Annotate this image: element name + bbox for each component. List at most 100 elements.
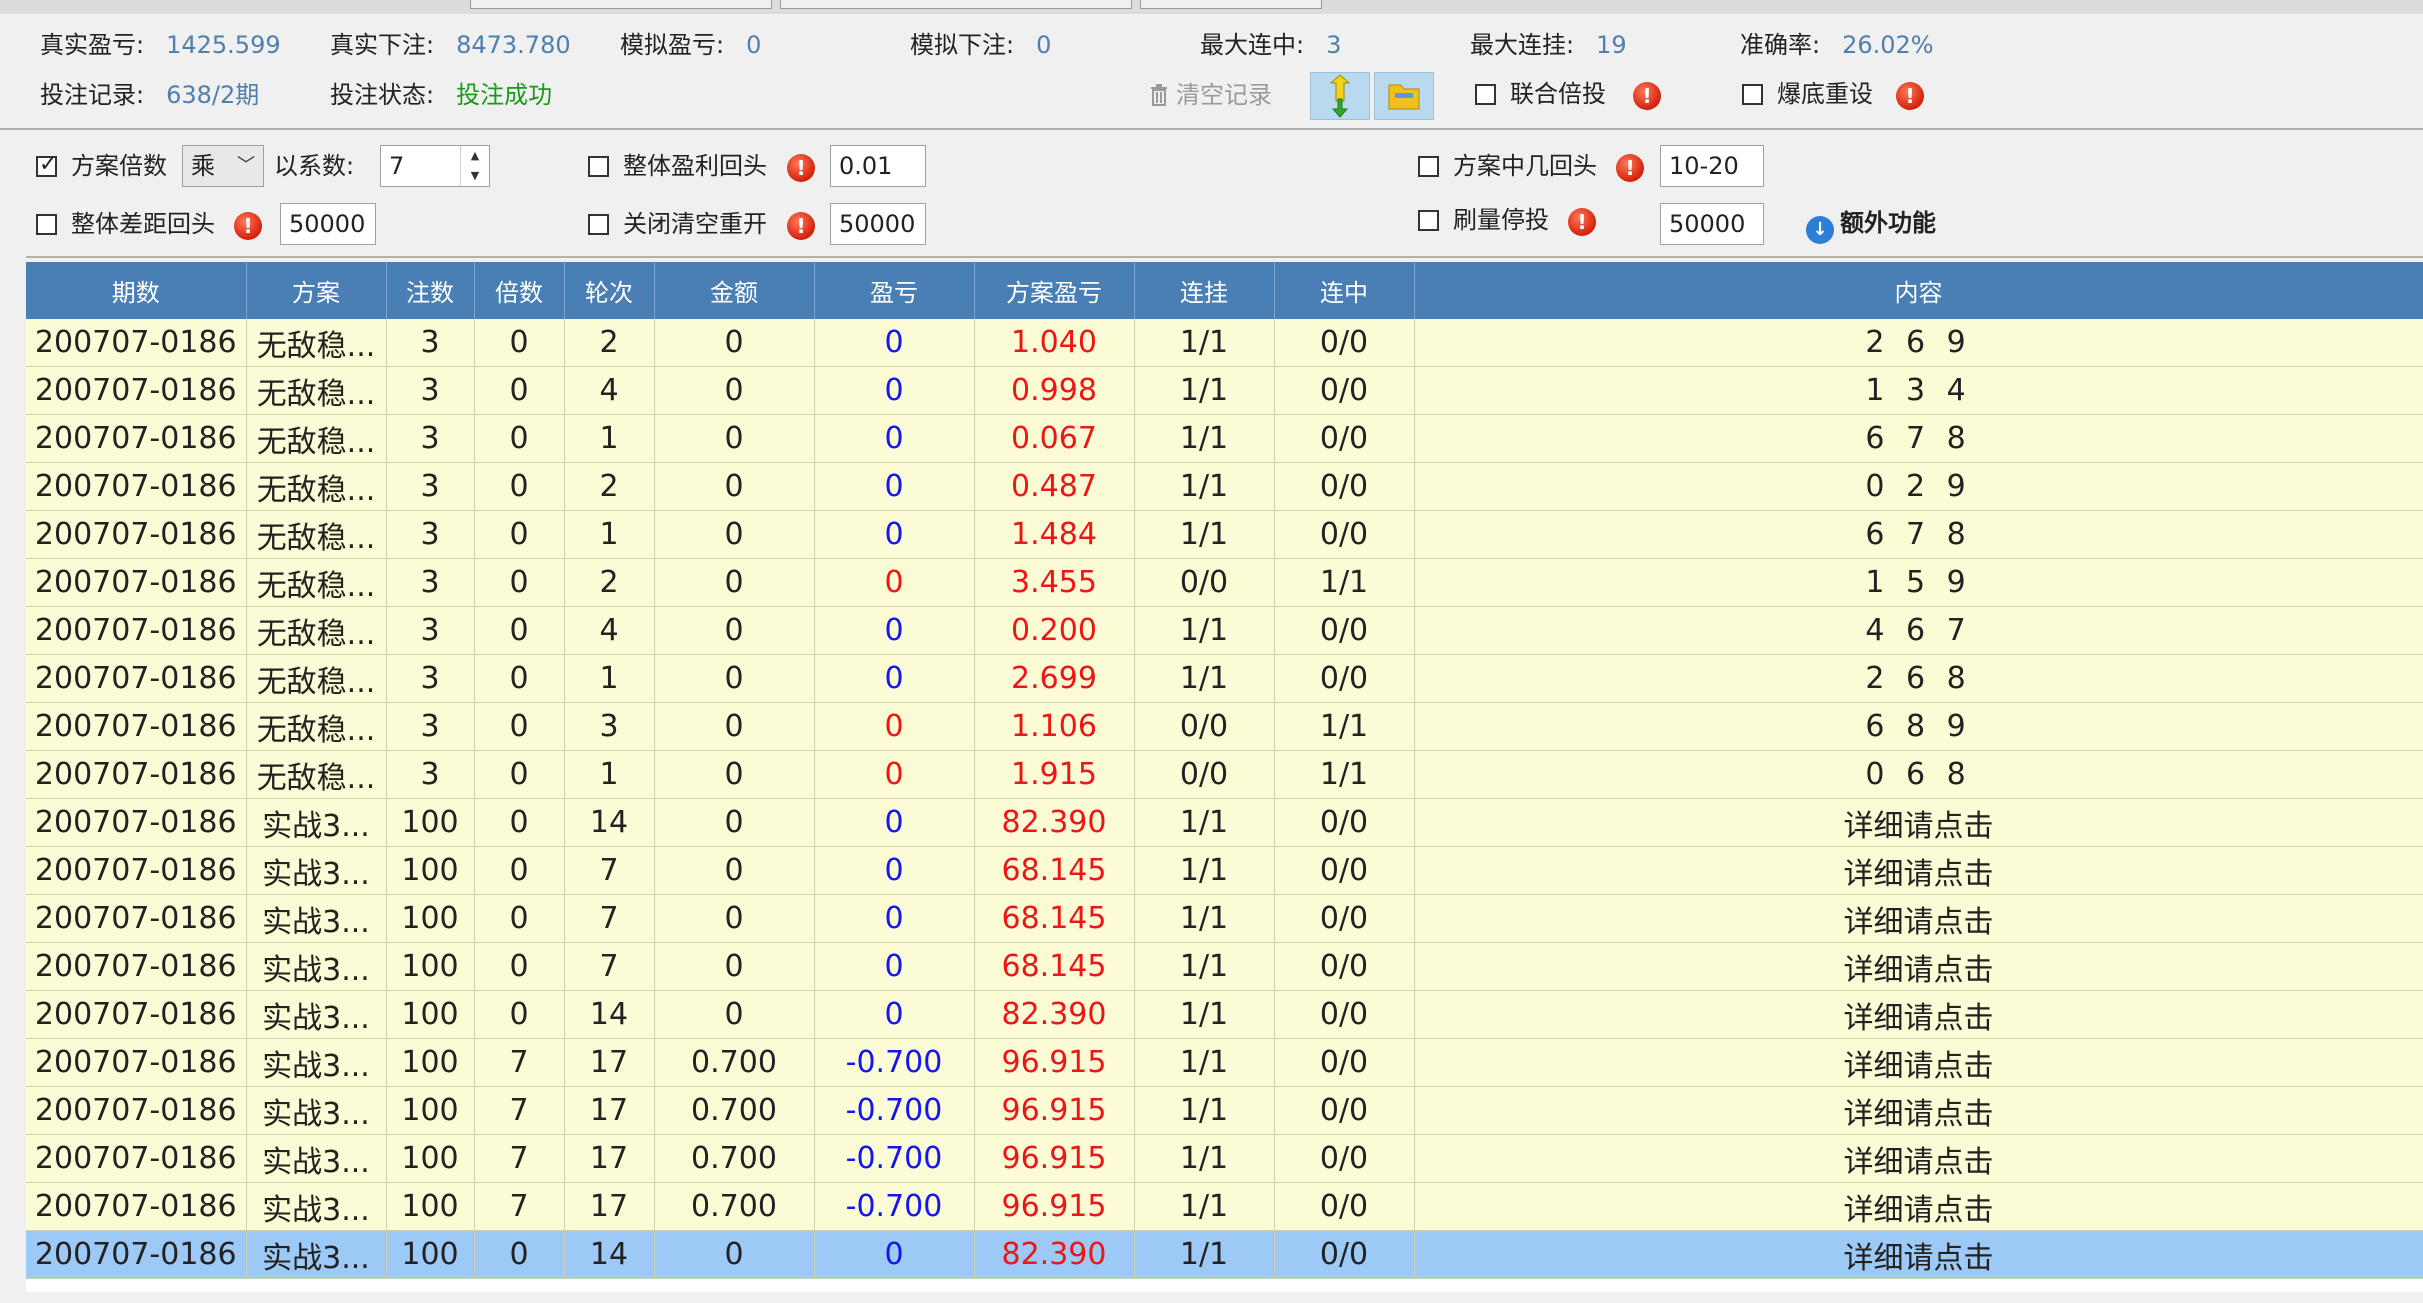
- overall-profit-return-input[interactable]: 0.01: [830, 145, 926, 187]
- header-col-multiple[interactable]: 倍数: [474, 262, 565, 319]
- table-row[interactable]: 200707-0186 实战3... 100 7 17 0.700 -0.700 96.915…: [26, 1134, 2423, 1183]
- cell-col-content[interactable]: 详细请点击: [1414, 1230, 2423, 1279]
- cell-col-pnl: 0: [814, 942, 975, 991]
- cell-col-content[interactable]: 详细请点击: [1414, 942, 2423, 991]
- table-row[interactable]: 200707-0186 无敌稳... 3 0 1 0 0 1.484 1/1 0/0 6 7 8: [26, 510, 2423, 559]
- cell-col-content[interactable]: 详细请点击: [1414, 894, 2423, 943]
- table-row[interactable]: 200707-0186 实战3... 100 0 7 0 0 68.145 1/1 0/0 详细请点…: [26, 894, 2423, 943]
- table-row[interactable]: 200707-0186 无敌稳... 3 0 1 0 0 1.915 0/0 1/1 0 6 8: [26, 750, 2423, 799]
- table-row[interactable]: 200707-0186 无敌稳... 3 0 1 0 0 2.699 1/1 0/0 2 6 8: [26, 654, 2423, 703]
- cell-col-plan: 实战3...: [246, 942, 387, 991]
- header-col-period[interactable]: 期数: [26, 262, 247, 319]
- warning-icon[interactable]: !: [787, 154, 815, 182]
- stat-value: 0: [1036, 31, 1052, 59]
- header-col-win-streak[interactable]: 连中: [1274, 262, 1415, 319]
- warning-icon[interactable]: !: [1568, 208, 1596, 236]
- header-col-plan[interactable]: 方案: [246, 262, 387, 319]
- table-row[interactable]: 200707-0186 无敌稳... 3 0 1 0 0 0.067 1/1 0/0 6 7 8: [26, 414, 2423, 463]
- cell-col-content[interactable]: 详细请点击: [1414, 990, 2423, 1039]
- cell-col-content[interactable]: 0 2 9: [1414, 462, 2423, 511]
- cell-col-content[interactable]: 详细请点击: [1414, 846, 2423, 895]
- cell-col-content[interactable]: 详细请点击: [1414, 1086, 2423, 1135]
- table-row[interactable]: 200707-0186 实战3... 100 0 14 0 0 82.390 1/1 0/0 详细请…: [26, 798, 2423, 847]
- clear-records-button[interactable]: 清空记录: [1150, 80, 1272, 110]
- warning-icon[interactable]: !: [787, 212, 815, 240]
- operator-select[interactable]: 乘 ﹀: [182, 145, 264, 187]
- table-row[interactable]: 200707-0186 实战3... 100 0 14 0 0 82.390 1/1 0/0 详细请…: [26, 1230, 2423, 1279]
- tab-2[interactable]: [780, 0, 1132, 9]
- cell-col-content[interactable]: 6 8 9: [1414, 702, 2423, 751]
- joint-multiply-checkbox[interactable]: [1475, 84, 1496, 105]
- tab-1[interactable]: [470, 0, 772, 9]
- cell-col-content[interactable]: 1 5 9: [1414, 558, 2423, 607]
- overall-gap-return-input[interactable]: 50000: [280, 203, 376, 245]
- cell-col-content[interactable]: 6 7 8: [1414, 414, 2423, 463]
- header-col-content[interactable]: 内容: [1414, 262, 2423, 319]
- cell-col-bets: 3: [386, 366, 475, 415]
- cell-col-period: 200707-0186: [26, 942, 247, 991]
- plan-hit-return-input[interactable]: 10-20: [1660, 145, 1764, 187]
- cell-col-content[interactable]: 6 7 8: [1414, 510, 2423, 559]
- warning-icon[interactable]: !: [1896, 82, 1924, 110]
- overall-profit-return-checkbox[interactable]: [588, 156, 609, 177]
- plan-multiple-checkbox[interactable]: [36, 152, 57, 177]
- cell-col-multiple: 0: [474, 798, 565, 847]
- cell-col-content[interactable]: 详细请点击: [1414, 1182, 2423, 1231]
- cell-col-plan: 无敌稳...: [246, 702, 387, 751]
- cell-col-content[interactable]: 详细请点击: [1414, 1134, 2423, 1183]
- close-clear-restart-input[interactable]: 50000: [830, 203, 926, 245]
- table-row[interactable]: 200707-0186 无敌稳... 3 0 4 0 0 0.998 1/1 0/0 1 3 4: [26, 366, 2423, 415]
- table-row[interactable]: 200707-0186 实战3... 100 7 17 0.700 -0.700 96.915…: [26, 1086, 2423, 1135]
- records-grid[interactable]: 期数 方案 注数 倍数 轮次 金额 盈亏 方案盈亏 连挂 连中 内容 200707-0186 无敌稳.…: [26, 262, 2423, 1292]
- table-row[interactable]: 200707-0186 实战3... 100 7 17 0.700 -0.700 96.915…: [26, 1038, 2423, 1087]
- cell-col-period: 200707-0186: [26, 510, 247, 559]
- warning-icon[interactable]: !: [1616, 154, 1644, 182]
- cell-col-content[interactable]: 详细请点击: [1414, 798, 2423, 847]
- warning-icon[interactable]: !: [234, 212, 262, 240]
- stepper-buttons[interactable]: ▲ ▼: [460, 146, 489, 186]
- cell-col-period: 200707-0186: [26, 558, 247, 607]
- table-row[interactable]: 200707-0186 实战3... 100 0 14 0 0 82.390 1/1 0/0 详细请…: [26, 990, 2423, 1039]
- extra-features-button[interactable]: ↓ 额外功能: [1806, 208, 1936, 244]
- header-col-plan-pnl[interactable]: 方案盈亏: [974, 262, 1135, 319]
- table-row[interactable]: 200707-0186 实战3... 100 7 17 0.700 -0.700 96.915…: [26, 1182, 2423, 1231]
- table-row[interactable]: 200707-0186 实战3... 100 0 7 0 0 68.145 1/1 0/0 详细请点…: [26, 846, 2423, 895]
- cell-col-content[interactable]: 0 6 8: [1414, 750, 2423, 799]
- stepper-up-icon[interactable]: ▲: [461, 146, 489, 166]
- coefficient-stepper[interactable]: 7 ▲ ▼: [380, 145, 490, 187]
- tab-3[interactable]: [1140, 0, 1322, 9]
- cell-col-bets: 3: [386, 654, 475, 703]
- header-col-amount[interactable]: 金额: [654, 262, 815, 319]
- volume-stop-checkbox[interactable]: [1418, 210, 1439, 231]
- volume-stop-input[interactable]: 50000: [1660, 203, 1764, 245]
- header-col-round[interactable]: 轮次: [564, 262, 655, 319]
- bust-reset-checkbox[interactable]: [1742, 84, 1763, 105]
- cell-col-loss-streak: 0/0: [1134, 558, 1275, 607]
- table-row[interactable]: 200707-0186 无敌稳... 3 0 2 0 0 3.455 0/0 1/1 1 5 9: [26, 558, 2423, 607]
- warning-icon[interactable]: !: [1633, 82, 1661, 110]
- upload-button[interactable]: [1310, 72, 1370, 120]
- table-row[interactable]: 200707-0186 无敌稳... 3 0 2 0 0 0.487 1/1 0/0 0 2 9: [26, 462, 2423, 511]
- cell-col-win-streak: 0/0: [1274, 462, 1415, 511]
- header-col-loss-streak[interactable]: 连挂: [1134, 262, 1275, 319]
- cell-col-content[interactable]: 详细请点击: [1414, 1038, 2423, 1087]
- cell-col-content[interactable]: 2 6 8: [1414, 654, 2423, 703]
- table-row[interactable]: 200707-0186 实战3... 100 0 7 0 0 68.145 1/1 0/0 详细请点…: [26, 942, 2423, 991]
- table-row[interactable]: 200707-0186 无敌稳... 3 0 2 0 0 1.040 1/1 0/0 2 6 9: [26, 319, 2423, 367]
- cell-col-content[interactable]: 2 6 9: [1414, 319, 2423, 367]
- close-clear-restart-checkbox[interactable]: [588, 214, 609, 235]
- plan-hit-return-checkbox[interactable]: [1418, 156, 1439, 177]
- overall-gap-return-checkbox[interactable]: [36, 214, 57, 235]
- header-col-pnl[interactable]: 盈亏: [814, 262, 975, 319]
- cell-col-content[interactable]: 1 3 4: [1414, 366, 2423, 415]
- cell-col-pnl: 0: [814, 654, 975, 703]
- cell-col-round: 17: [564, 1134, 655, 1183]
- cell-col-multiple: 0: [474, 462, 565, 511]
- stepper-down-icon[interactable]: ▼: [461, 166, 489, 186]
- table-row[interactable]: 200707-0186 无敌稳... 3 0 3 0 0 1.106 0/0 1/1 6 8 9: [26, 702, 2423, 751]
- folder-button[interactable]: [1374, 72, 1434, 120]
- header-col-bets[interactable]: 注数: [386, 262, 475, 319]
- cell-col-content[interactable]: 4 6 7: [1414, 606, 2423, 655]
- cell-col-plan-pnl: 96.915: [974, 1182, 1135, 1231]
- table-row[interactable]: 200707-0186 无敌稳... 3 0 4 0 0 0.200 1/1 0/0 4 6 7: [26, 606, 2423, 655]
